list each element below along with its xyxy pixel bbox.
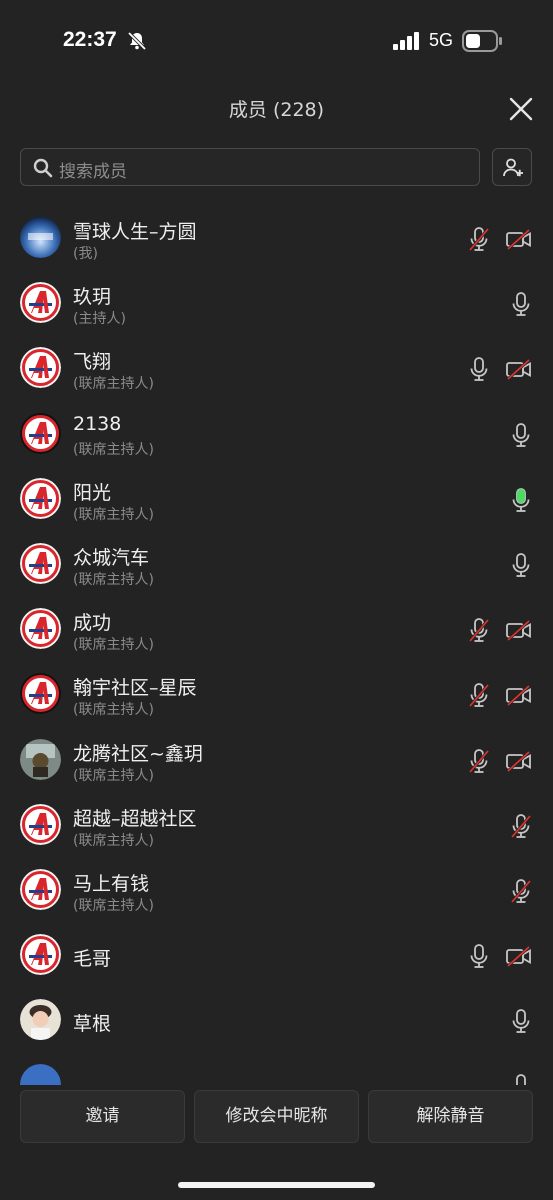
close-icon: [509, 97, 533, 121]
battery-icon: [462, 30, 504, 56]
mic-muted-icon[interactable]: [507, 877, 535, 905]
member-row[interactable]: 超越–超越社区 (联席主持人): [0, 792, 553, 857]
member-name: 飞翔: [73, 351, 112, 374]
mic-icon[interactable]: [465, 942, 493, 970]
silent-bell-icon: [126, 30, 148, 56]
avatar: [20, 412, 61, 454]
avatar: [20, 673, 61, 715]
status-time: 22:37: [63, 28, 117, 51]
avatar: [20, 934, 61, 976]
member-name: 阳光: [73, 481, 112, 504]
close-button[interactable]: [506, 94, 536, 124]
avatar: [20, 217, 61, 258]
unmute-button[interactable]: 解除静音: [368, 1090, 533, 1143]
avatar: [20, 347, 61, 389]
member-role: (我): [73, 246, 98, 262]
rename-in-meeting-button[interactable]: 修改会中昵称: [194, 1090, 359, 1143]
avatar: [20, 1064, 61, 1085]
camera-off-icon[interactable]: [505, 355, 533, 383]
member-role: (联席主持人): [73, 571, 154, 588]
home-indicator: [178, 1182, 375, 1188]
camera-off-icon[interactable]: [505, 942, 533, 970]
member-row[interactable]: 翰宇社区–星辰 (联席主持人): [0, 661, 553, 726]
member-role: (联席主持人): [73, 376, 154, 393]
add-user-icon: [503, 158, 523, 177]
avatar: [20, 477, 61, 519]
mic-speaking-icon[interactable]: [507, 486, 535, 514]
avatar: [20, 542, 61, 584]
mic-icon[interactable]: [507, 421, 535, 449]
member-row[interactable]: 毛哥: [0, 922, 553, 987]
member-role: (联席主持人): [73, 702, 154, 719]
member-name: 毛哥: [73, 948, 112, 971]
search-icon: [33, 158, 53, 182]
member-name: 雪球人生–方圆: [73, 221, 197, 243]
mic-muted-icon[interactable]: [465, 616, 493, 644]
member-row[interactable]: [0, 1052, 553, 1085]
member-name: 草根: [73, 1013, 112, 1036]
member-row[interactable]: 2138 (联席主持人): [0, 401, 553, 466]
member-role: (联席主持人): [73, 767, 154, 784]
member-role: (联席主持人): [73, 441, 154, 458]
member-row[interactable]: 马上有钱 (联席主持人): [0, 857, 553, 922]
mic-muted-icon[interactable]: [507, 812, 535, 840]
invite-button[interactable]: 邀请: [20, 1090, 185, 1143]
avatar: [20, 738, 61, 780]
bottom-action-bar: 邀请 修改会中昵称 解除静音: [0, 1085, 553, 1200]
member-role: (联席主持人): [73, 897, 154, 914]
member-name: 众城汽车: [73, 546, 150, 569]
member-row[interactable]: 众城汽车 (联席主持人): [0, 531, 553, 596]
mic-muted-icon[interactable]: [465, 681, 493, 709]
avatar: [20, 282, 61, 324]
cellular-signal-icon: [393, 32, 421, 54]
member-row[interactable]: 龙腾社区~鑫玥 (联席主持人): [0, 727, 553, 792]
page-title: 成员 (228): [228, 99, 325, 121]
status-bar: 22:37 5G: [0, 0, 553, 80]
member-role: (联席主持人): [73, 637, 154, 654]
camera-off-icon[interactable]: [505, 681, 533, 709]
avatar: [20, 803, 61, 845]
camera-off-icon[interactable]: [505, 747, 533, 775]
mic-muted-icon[interactable]: [465, 747, 493, 775]
member-name: 超越–超越社区: [73, 807, 197, 830]
avatar: [20, 999, 61, 1041]
member-role: (主持人): [73, 311, 126, 328]
search-member-input[interactable]: 搜索成员: [20, 148, 480, 186]
member-role: (联席主持人): [73, 506, 154, 523]
avatar: [20, 868, 61, 910]
member-role: (联席主持人): [73, 832, 154, 849]
member-row[interactable]: 草根: [0, 987, 553, 1052]
mic-icon[interactable]: [507, 1007, 535, 1035]
mic-icon[interactable]: [507, 551, 535, 579]
member-name: 玖玥: [73, 286, 112, 309]
member-name: 马上有钱: [73, 872, 150, 895]
avatar: [20, 608, 61, 650]
member-row[interactable]: 成功 (联席主持人): [0, 596, 553, 661]
member-list[interactable]: 雪球人生–方圆 (我) 玖玥 (主持人) 飞翔 (联席主持人) 2138 (联席…: [0, 205, 553, 1085]
mic-icon[interactable]: [465, 355, 493, 383]
member-name: 2138: [73, 412, 122, 435]
member-row[interactable]: 玖玥 (主持人): [0, 270, 553, 335]
member-row[interactable]: 雪球人生–方圆 (我): [0, 205, 553, 270]
mic-muted-icon[interactable]: [465, 225, 493, 253]
network-type: 5G: [429, 30, 454, 50]
camera-off-icon[interactable]: [505, 616, 533, 644]
camera-off-icon[interactable]: [505, 225, 533, 253]
member-row[interactable]: 阳光 (联席主持人): [0, 466, 553, 531]
add-member-button[interactable]: [492, 148, 532, 186]
mic-icon[interactable]: [507, 1072, 535, 1085]
member-row[interactable]: 飞翔 (联席主持人): [0, 335, 553, 400]
member-name: 成功: [73, 612, 112, 635]
mic-icon[interactable]: [507, 290, 535, 318]
member-name: 翰宇社区–星辰: [73, 677, 197, 700]
search-placeholder: 搜索成员: [59, 162, 127, 182]
member-name: 龙腾社区~鑫玥: [73, 742, 203, 765]
